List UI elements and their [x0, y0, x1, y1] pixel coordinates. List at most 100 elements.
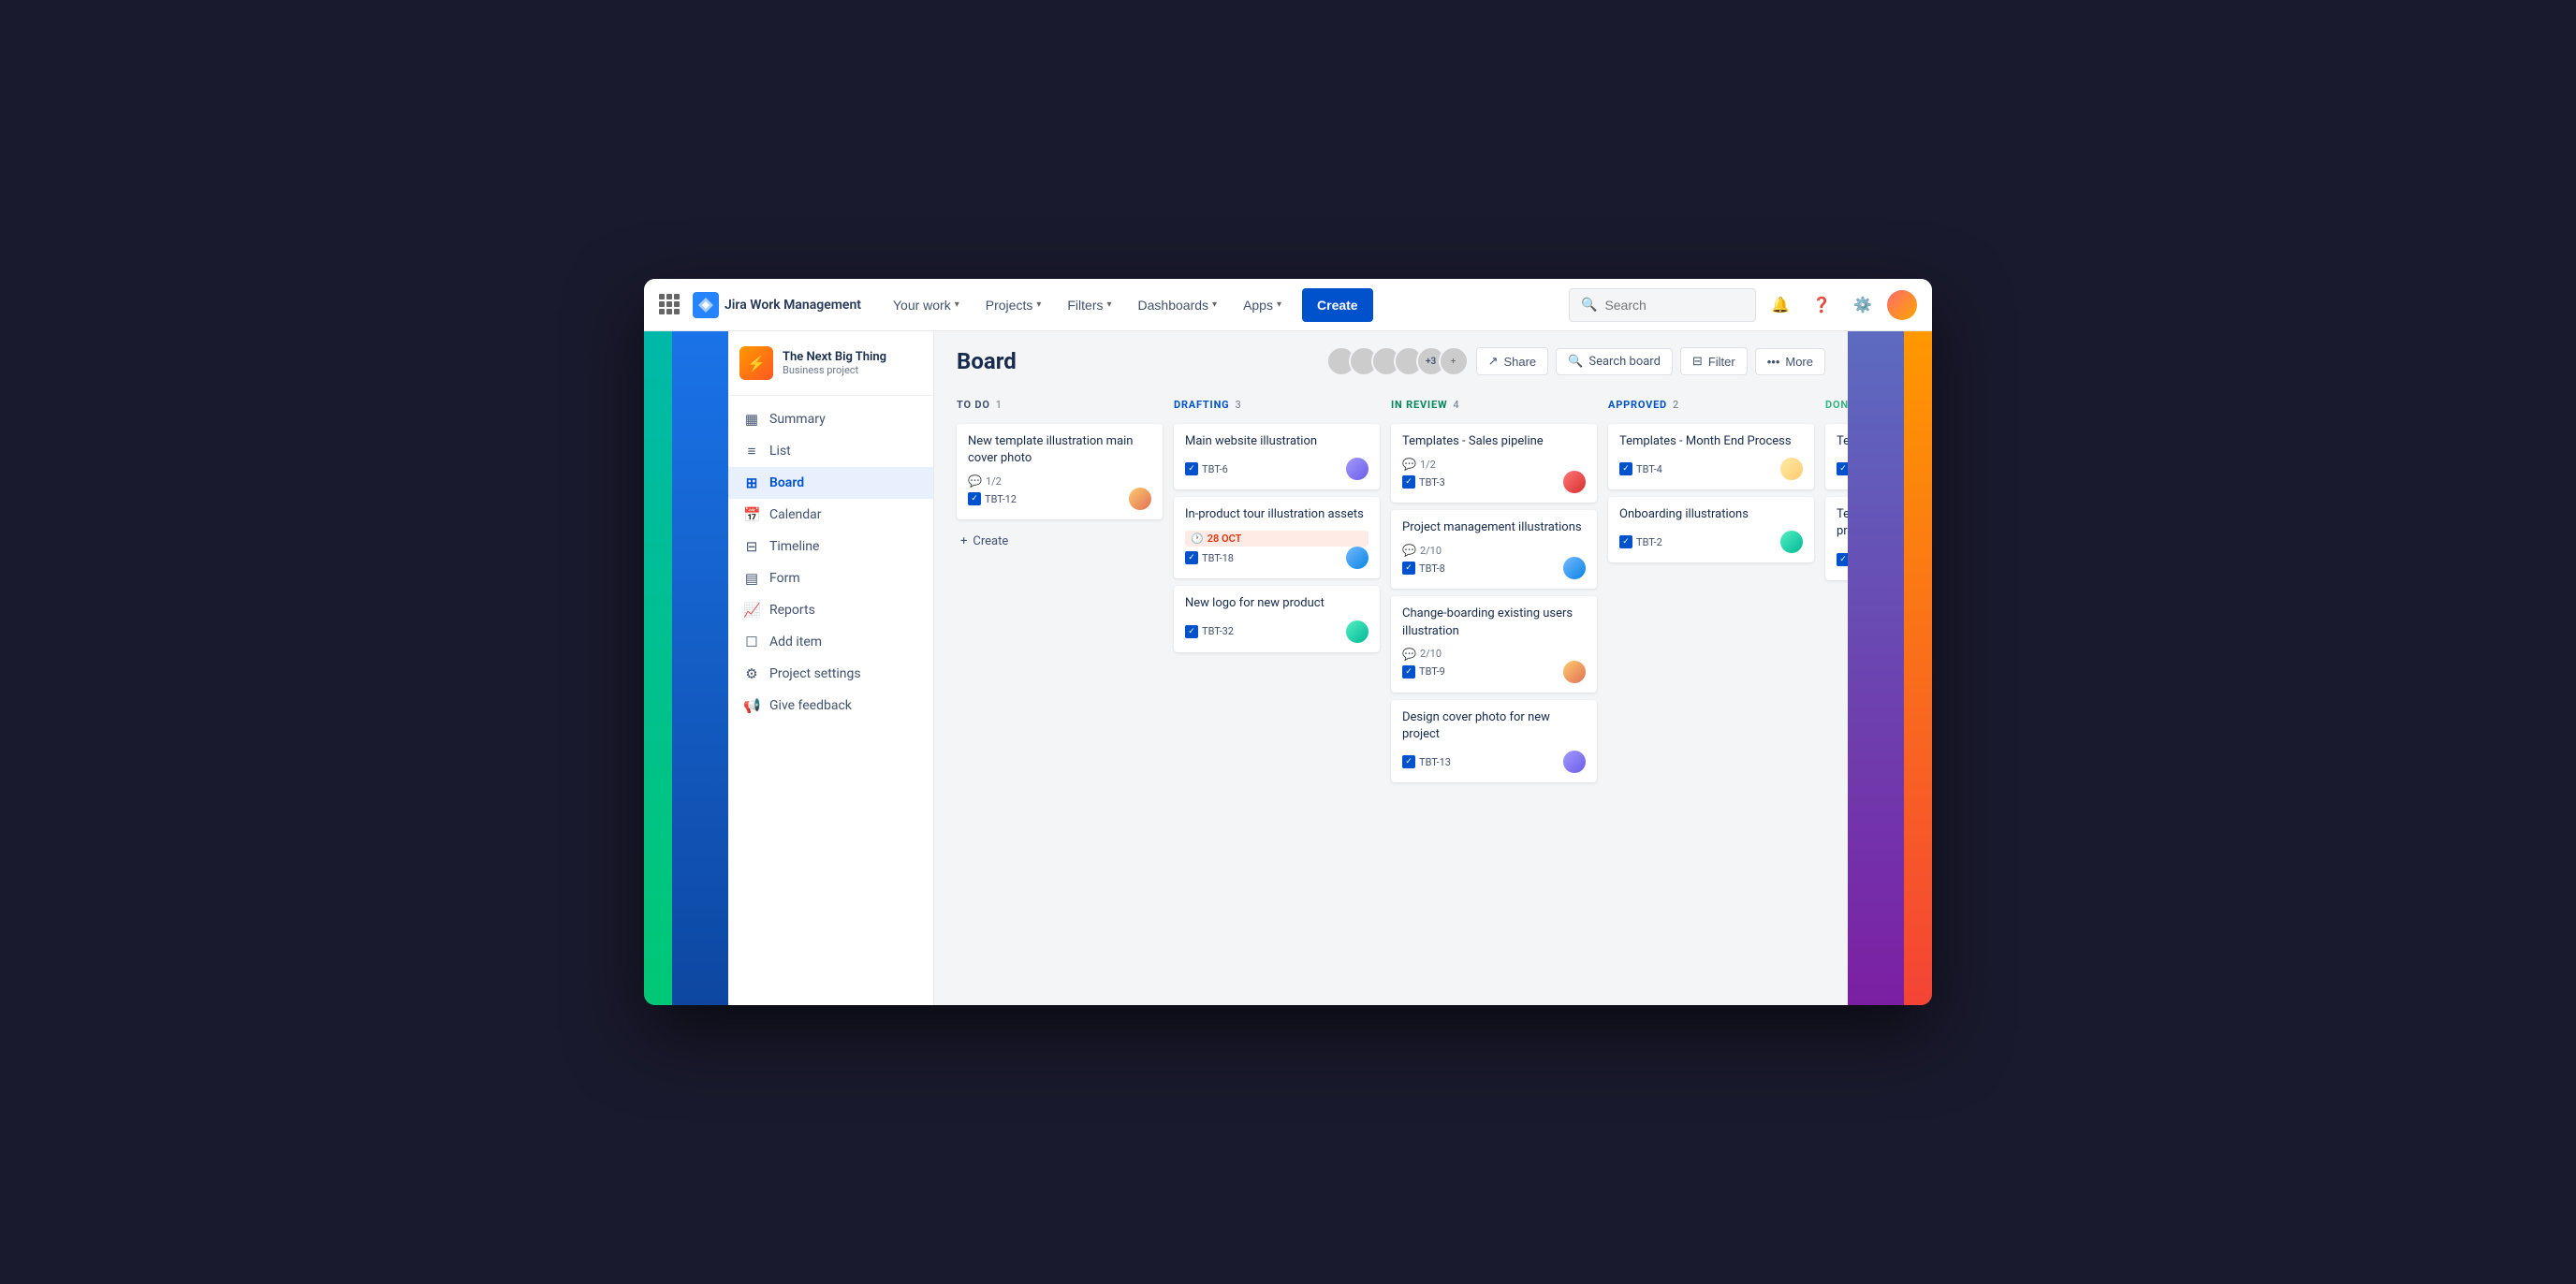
sidebar-item-label: Give feedback	[769, 698, 852, 713]
sidebar-item-label: Timeline	[769, 539, 819, 554]
apps-grid-icon[interactable]	[659, 294, 681, 316]
jira-logo[interactable]: Jira Work Management	[693, 292, 861, 318]
card[interactable]: Design cover photo for new project ✓ TBT…	[1391, 700, 1597, 782]
nav-projects[interactable]: Projects ▾	[976, 279, 1051, 330]
card-assignee-avatar	[1563, 471, 1586, 493]
ticket-check-icon: ✓	[1402, 755, 1415, 768]
sidebar-item-label: List	[769, 444, 791, 459]
ticket-check-icon: ✓	[1837, 553, 1848, 566]
subtask-count: 2/10	[1420, 648, 1442, 660]
subtask-count: 1/2	[986, 475, 1002, 488]
card[interactable]: New template illustration main cover pho…	[957, 424, 1163, 519]
user-avatar[interactable]	[1887, 290, 1917, 320]
nav-apps[interactable]: Apps ▾	[1234, 279, 1291, 330]
card-due-date: 🕐 28 OCT	[1185, 531, 1368, 547]
ticket-check-icon: ✓	[1619, 535, 1632, 548]
nav-filters[interactable]: Filters ▾	[1058, 279, 1120, 330]
nav-your-work[interactable]: Your work ▾	[884, 279, 969, 330]
card-title: Templates - Month End Process	[1619, 433, 1803, 450]
card[interactable]: New logo for new product ✓ TBT-32	[1174, 586, 1380, 651]
list-icon: ≡	[743, 443, 760, 460]
column-label-todo: TO DO	[957, 399, 990, 411]
card[interactable]: In-product tour illustration assets 🕐 28…	[1174, 497, 1380, 578]
ticket-id: TBT-6	[1202, 463, 1228, 475]
column-done: DONE 2 Templates - Asset creation ✓ TBT-…	[1825, 395, 1848, 580]
sidebar-item-label: Project settings	[769, 666, 861, 681]
card[interactable]: Project management illustrations 💬 2/10 …	[1391, 510, 1597, 589]
share-button[interactable]: ↗ Share	[1476, 347, 1549, 375]
sidebar-item-add-item[interactable]: ☐ Add item	[728, 626, 933, 658]
ticket-check-icon: ✓	[1619, 462, 1632, 475]
card-title: Onboarding illustrations	[1619, 506, 1803, 523]
chevron-down-icon: ▾	[1036, 299, 1041, 310]
add-avatar-button[interactable]: +	[1439, 346, 1469, 376]
card[interactable]: Change-boarding existing users illustrat…	[1391, 596, 1597, 692]
project-header[interactable]: ⚡ The Next Big Thing Business project	[728, 331, 933, 396]
help-button[interactable]: ❓	[1805, 288, 1838, 322]
create-card-button[interactable]: + Create	[957, 527, 1163, 556]
sidebar-item-calendar[interactable]: 📅 Calendar	[728, 499, 933, 531]
feedback-icon: 📢	[743, 697, 760, 714]
board-header-actions: +3 + ↗ Share 🔍 Search board ⊟ Filter	[1326, 346, 1825, 376]
plus-icon: +	[960, 534, 967, 548]
subtask-count: 2/10	[1420, 545, 1442, 557]
notifications-button[interactable]: 🔔	[1764, 288, 1797, 322]
ticket-id: TBT-9	[1419, 665, 1445, 678]
card-title: Templates - Sales pipeline	[1402, 433, 1586, 450]
ticket-check-icon: ✓	[1402, 665, 1415, 678]
ticket-check-icon: ✓	[1402, 475, 1415, 489]
sidebar-item-timeline[interactable]: ⊟ Timeline	[728, 531, 933, 562]
card[interactable]: Templates - Asset creation ✓ TBT-1	[1825, 424, 1848, 489]
sidebar-item-board[interactable]: ⊞ Board	[728, 467, 933, 499]
search-icon: 🔍	[1581, 298, 1597, 313]
ticket-id: TBT-32	[1202, 625, 1234, 637]
board-search[interactable]: 🔍 Search board	[1556, 348, 1673, 375]
sidebar-item-label: Form	[769, 571, 800, 586]
sidebar-item-label: Add item	[769, 635, 822, 649]
sidebar-item-reports[interactable]: 📈 Reports	[728, 594, 933, 626]
ticket-id: TBT-8	[1419, 562, 1445, 575]
nav-dashboards[interactable]: Dashboards ▾	[1129, 279, 1227, 330]
subtask-icon: 💬	[1402, 648, 1416, 661]
card-title: Project management illustrations	[1402, 519, 1586, 536]
filter-button[interactable]: ⊟ Filter	[1680, 347, 1748, 375]
card[interactable]: Templates - Website design process ✓ TBT…	[1825, 497, 1848, 579]
sidebar-item-list[interactable]: ≡ List	[728, 435, 933, 467]
card-title: Design cover photo for new project	[1402, 709, 1586, 743]
chevron-down-icon: ▾	[1212, 299, 1217, 310]
card[interactable]: Templates - Sales pipeline 💬 1/2 ✓ TBT-3	[1391, 424, 1597, 503]
subtask-count: 1/2	[1420, 459, 1436, 471]
chevron-down-icon: ▾	[1277, 299, 1281, 310]
card[interactable]: Onboarding illustrations ✓ TBT-2	[1608, 497, 1814, 562]
jira-logo-text: Jira Work Management	[724, 298, 861, 313]
card-assignee-avatar	[1563, 751, 1586, 773]
sidebar-item-project-settings[interactable]: ⚙ Project settings	[728, 658, 933, 690]
avatar-group: +3 +	[1326, 346, 1469, 376]
column-label-approved: APPROVED	[1608, 399, 1667, 411]
card[interactable]: Main website illustration ✓ TBT-6	[1174, 424, 1380, 489]
sidebar-item-summary[interactable]: ▦ Summary	[728, 403, 933, 435]
card[interactable]: Templates - Month End Process ✓ TBT-4	[1608, 424, 1814, 489]
create-button[interactable]: Create	[1302, 288, 1373, 322]
card-title: Templates - Website design process	[1837, 506, 1848, 540]
search-input[interactable]	[1604, 298, 1735, 313]
summary-icon: ▦	[743, 411, 760, 428]
sidebar-item-label: Calendar	[769, 507, 822, 522]
search-icon: 🔍	[1568, 355, 1583, 369]
settings-button[interactable]: ⚙️	[1846, 288, 1880, 322]
card-assignee-avatar	[1563, 661, 1586, 683]
more-button[interactable]: ••• More	[1755, 348, 1825, 375]
sidebar-item-give-feedback[interactable]: 📢 Give feedback	[728, 690, 933, 722]
sidebar-item-form[interactable]: ▤ Form	[728, 562, 933, 594]
column-approved: APPROVED 2 Templates - Month End Process…	[1608, 395, 1814, 562]
ticket-check-icon: ✓	[1402, 562, 1415, 575]
ticket-check-icon: ✓	[968, 492, 981, 505]
chevron-down-icon: ▾	[955, 299, 959, 310]
global-search[interactable]: 🔍	[1569, 288, 1756, 322]
column-count-approved: 2	[1673, 399, 1678, 411]
column-label-done: DONE	[1825, 399, 1848, 411]
calendar-icon: 📅	[743, 506, 760, 523]
card-assignee-avatar	[1780, 531, 1803, 553]
ticket-id: TBT-3	[1419, 476, 1445, 489]
right-decorative-panel	[1848, 331, 1932, 1005]
